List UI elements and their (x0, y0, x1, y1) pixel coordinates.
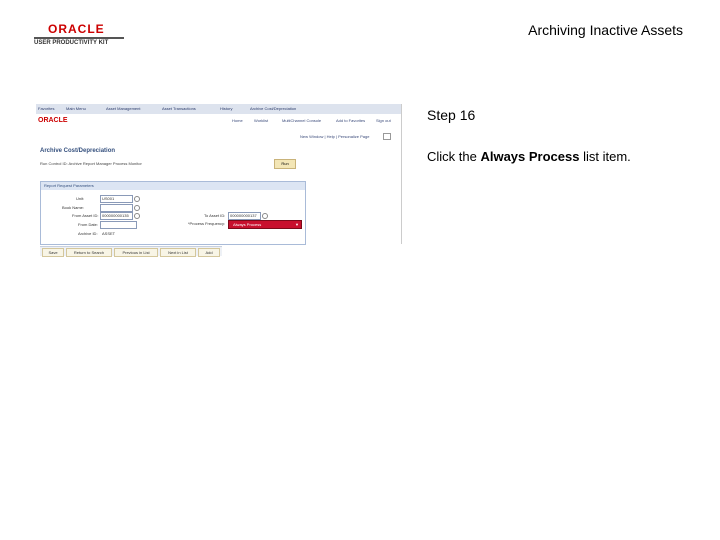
from-asset-label: From Asset ID: (72, 213, 99, 218)
nav-item-history[interactable]: History (220, 106, 232, 111)
previous-in-list-button[interactable]: Previous in List (114, 248, 158, 257)
from-date-label: From Date: (78, 222, 99, 227)
help-icon[interactable] (383, 133, 391, 140)
header-link-signout[interactable]: Sign out (376, 118, 391, 123)
unit-label: Unit: (76, 196, 85, 201)
to-asset-lookup-icon[interactable] (262, 213, 268, 219)
page-toolbar: Save Return to Search Previous in List N… (40, 246, 222, 257)
book-input[interactable] (100, 204, 133, 212)
nav-item-favorites[interactable]: Favorites (38, 106, 54, 111)
step-label: Step 16 (427, 107, 476, 123)
nav-item-asset-management[interactable]: Asset Management (106, 106, 140, 111)
from-asset-lookup-icon[interactable] (134, 213, 140, 219)
step-instruction: Click the Always Process list item. (427, 149, 631, 164)
header-link-multichannel[interactable]: MultiChannel Console (282, 118, 321, 123)
book-label: Book Name: (62, 205, 85, 210)
from-date-input[interactable] (100, 221, 137, 229)
next-in-list-button[interactable]: Next in List (160, 248, 196, 257)
logo-product: USER PRODUCTIVITY KIT (34, 40, 109, 46)
process-frequency-label: *Process Frequency: (188, 221, 226, 226)
instruction-suffix: list item. (579, 149, 631, 164)
nav-item-archive-cost[interactable]: Archive Cost/Depreciation (250, 106, 296, 111)
add-button[interactable]: Add (198, 248, 220, 257)
run-control-line: Run Control ID: Archive Report Manager P… (40, 161, 142, 166)
unit-input[interactable]: US001 (100, 195, 133, 203)
return-to-search-button[interactable]: Return to Search (66, 248, 112, 257)
application-screenshot: Favorites Main Menu Asset Management Ass… (36, 104, 402, 257)
header-bar: ORACLE Home Worklist MultiChannel Consol… (36, 114, 402, 128)
utility-links[interactable]: New Window | Help | Personalize Page (300, 134, 369, 139)
page-title: Archive Cost/Depreciation (40, 148, 116, 154)
book-lookup-icon[interactable] (134, 205, 140, 211)
to-asset-label: To Asset ID: (204, 213, 226, 218)
to-asset-input[interactable]: 000000000137 (228, 212, 261, 220)
instruction-prefix: Click the (427, 149, 481, 164)
nav-item-main-menu[interactable]: Main Menu (66, 106, 86, 111)
archive-id-value: ASSET (102, 231, 116, 236)
always-process-item[interactable]: Always Process (233, 222, 261, 227)
nav-item-asset-transactions[interactable]: Asset Transactions (162, 106, 196, 111)
document-title: Archiving Inactive Assets (528, 22, 683, 38)
oracle-upk-logo: ORACLE USER PRODUCTIVITY KIT (34, 22, 124, 48)
panel-header: Report Request Parameters (41, 182, 305, 190)
header-link-worklist[interactable]: Worklist (254, 118, 268, 123)
header-link-favorites[interactable]: Add to Favorites (336, 118, 365, 123)
from-asset-input[interactable]: 000000000135 (100, 212, 133, 220)
save-button[interactable]: Save (42, 248, 64, 257)
app-logo: ORACLE (38, 117, 68, 124)
logo-brand: ORACLE (48, 22, 105, 36)
divider (401, 104, 402, 244)
logo-bar (34, 37, 124, 39)
breadcrumb-bar: Favorites Main Menu Asset Management Ass… (36, 104, 402, 114)
header-link-home[interactable]: Home (232, 118, 243, 123)
run-button[interactable]: Run (274, 159, 296, 169)
panel-title: Report Request Parameters (44, 183, 94, 188)
process-frequency-select[interactable]: Always Process ▼ (228, 220, 302, 229)
chevron-down-icon: ▼ (295, 222, 299, 227)
unit-lookup-icon[interactable] (134, 196, 140, 202)
instruction-target: Always Process (480, 149, 580, 164)
archive-id-label: Archive ID: (78, 231, 98, 236)
